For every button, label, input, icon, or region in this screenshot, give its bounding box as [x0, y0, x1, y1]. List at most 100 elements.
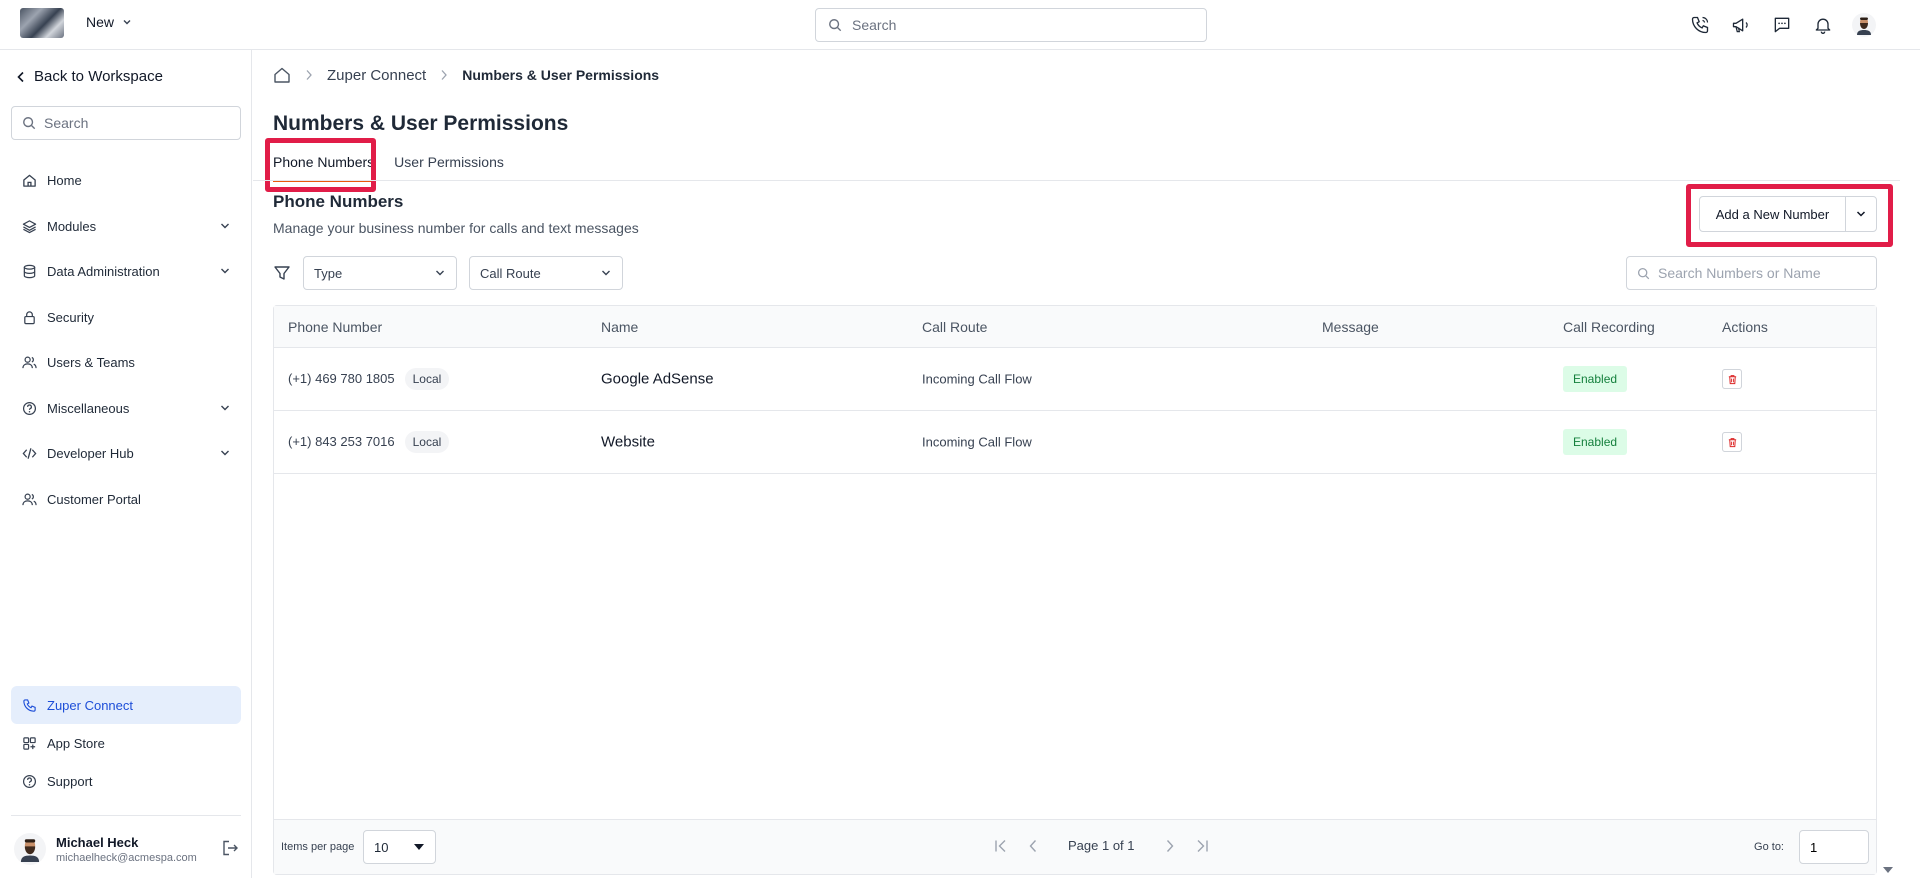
chat-icon[interactable]	[1770, 13, 1794, 37]
sidebar-bottom-nav: Zuper Connect App Store Support	[11, 686, 241, 800]
home-icon	[21, 173, 37, 189]
home-icon[interactable]	[273, 66, 291, 84]
megaphone-icon[interactable]	[1729, 13, 1753, 37]
last-page-icon[interactable]	[1193, 839, 1209, 853]
sidebar-search-input[interactable]	[44, 115, 234, 131]
add-number-split-button: Add a New Number	[1699, 196, 1877, 232]
column-header-message: Message	[1322, 318, 1379, 335]
items-per-page-select[interactable]: 10	[363, 830, 436, 864]
users-icon	[21, 355, 37, 371]
layers-icon	[21, 218, 37, 234]
column-header-actions: Actions	[1722, 318, 1768, 335]
numbers-search[interactable]	[1626, 256, 1877, 290]
trash-icon	[1728, 374, 1736, 384]
filter-bar: Type Call Route	[273, 256, 623, 290]
add-number-button[interactable]: Add a New Number	[1700, 197, 1846, 231]
pager: Page 1 of 1	[994, 838, 1209, 853]
first-page-icon[interactable]	[994, 839, 1010, 853]
tabs-divider	[253, 180, 1900, 181]
top-bar: New	[0, 0, 1920, 50]
breadcrumb-zuper-connect[interactable]: Zuper Connect	[327, 67, 426, 84]
delete-button[interactable]	[1722, 432, 1742, 452]
goto-page-input[interactable]	[1799, 830, 1869, 864]
phone-icon[interactable]	[1688, 13, 1712, 37]
sidebar-item-miscellaneous[interactable]: Miscellaneous	[11, 386, 241, 432]
sidebar-item-modules[interactable]: Modules	[11, 204, 241, 250]
delete-button[interactable]	[1722, 369, 1742, 389]
company-logo[interactable]	[20, 8, 64, 38]
user-profile[interactable]: Michael Heck michaelheck@acmespa.com	[14, 831, 239, 867]
search-icon	[23, 117, 36, 130]
filter-icon[interactable]	[273, 264, 291, 282]
name-cell: Website	[601, 433, 655, 451]
numbers-search-input[interactable]	[1658, 265, 1868, 281]
sidebar-item-home[interactable]: Home	[11, 158, 241, 204]
phone-number: (+1) 469 780 1805	[288, 371, 395, 386]
new-button-label: New	[86, 14, 115, 30]
sidebar-item-support[interactable]: Support	[11, 762, 241, 800]
search-icon	[1637, 267, 1650, 279]
trash-icon	[1728, 437, 1736, 447]
user-avatar[interactable]	[1852, 13, 1876, 37]
back-to-workspace-link[interactable]: Back to Workspace	[16, 68, 163, 85]
logout-icon[interactable]	[221, 839, 239, 857]
section-subtitle: Manage your business number for calls an…	[273, 220, 639, 236]
bell-icon[interactable]	[1811, 13, 1835, 37]
sidebar-nav: Home Modules Data Administration Securit…	[11, 158, 241, 522]
sidebar-item-label: App Store	[47, 735, 105, 751]
tab-phone-numbers[interactable]: Phone Numbers	[273, 154, 375, 182]
lock-icon	[21, 309, 37, 325]
sidebar-item-label: Miscellaneous	[47, 400, 130, 416]
number-type-badge: Local	[404, 368, 450, 390]
sidebar-divider	[11, 815, 241, 816]
global-search[interactable]	[815, 8, 1207, 42]
scroll-down-arrow-icon[interactable]	[1882, 866, 1894, 874]
column-header-name: Name	[601, 318, 639, 335]
sidebar-item-data-administration[interactable]: Data Administration	[11, 249, 241, 295]
type-filter-select[interactable]: Type	[303, 256, 457, 290]
global-search-input[interactable]	[852, 17, 1192, 33]
table-row[interactable]: (+1) 843 253 7016 Local Website Incoming …	[274, 411, 1876, 474]
sidebar-item-label: Users & Teams	[47, 355, 135, 371]
sidebar-item-developer-hub[interactable]: Developer Hub	[11, 431, 241, 477]
sidebar-item-label: Modules	[47, 218, 97, 234]
sidebar-item-customer-portal[interactable]: Customer Portal	[11, 477, 241, 523]
chevron-down-icon	[221, 223, 229, 228]
table-pagination: Items per page 10 Page 1 of 1 Go to:	[274, 819, 1876, 874]
code-icon	[21, 446, 37, 462]
phone-number-cell: (+1) 469 780 1805 Local	[288, 368, 450, 390]
call-recording-status-badge: Enabled	[1563, 429, 1628, 455]
table-header: Phone Number Name Call Route Message Cal…	[274, 306, 1876, 348]
new-button[interactable]: New	[86, 14, 132, 30]
sidebar-item-users-teams[interactable]: Users & Teams	[11, 340, 241, 386]
breadcrumb: Zuper Connect Numbers & User Permissions	[273, 66, 659, 84]
section-title: Phone Numbers	[273, 192, 404, 211]
sidebar-item-label: Home	[47, 173, 82, 189]
database-icon	[21, 264, 37, 280]
chevron-down-icon	[123, 20, 131, 25]
chevron-down-icon	[602, 270, 610, 276]
sidebar-item-security[interactable]: Security	[11, 295, 241, 341]
next-page-icon[interactable]	[1165, 839, 1175, 853]
chevron-left-icon	[17, 71, 24, 82]
call-route-cell[interactable]: Incoming Call Flow	[922, 435, 1032, 450]
sidebar-item-zuper-connect[interactable]: Zuper Connect	[11, 686, 241, 724]
call-route-filter-select[interactable]: Call Route	[469, 256, 623, 290]
chevron-right-icon	[441, 70, 448, 80]
previous-page-icon[interactable]	[1028, 839, 1038, 853]
avatar	[14, 833, 46, 865]
caret-down-icon	[414, 844, 424, 850]
call-route-cell[interactable]: Incoming Call Flow	[922, 372, 1032, 387]
chevron-down-icon	[221, 450, 229, 456]
items-per-page-label: Items per page	[281, 841, 355, 853]
add-number-dropdown-button[interactable]	[1846, 197, 1876, 231]
table-row[interactable]: (+1) 469 780 1805 Local Google AdSense In…	[274, 348, 1876, 411]
users-icon	[21, 491, 37, 507]
sidebar-search[interactable]	[11, 106, 241, 140]
sidebar-item-app-store[interactable]: App Store	[11, 724, 241, 762]
chevron-down-icon	[221, 268, 229, 274]
name-cell: Google AdSense	[601, 370, 714, 388]
phone-numbers-table: Phone Number Name Call Route Message Cal…	[273, 305, 1877, 875]
tab-user-permissions[interactable]: User Permissions	[394, 154, 504, 182]
call-route-filter-label: Call Route	[480, 265, 541, 281]
